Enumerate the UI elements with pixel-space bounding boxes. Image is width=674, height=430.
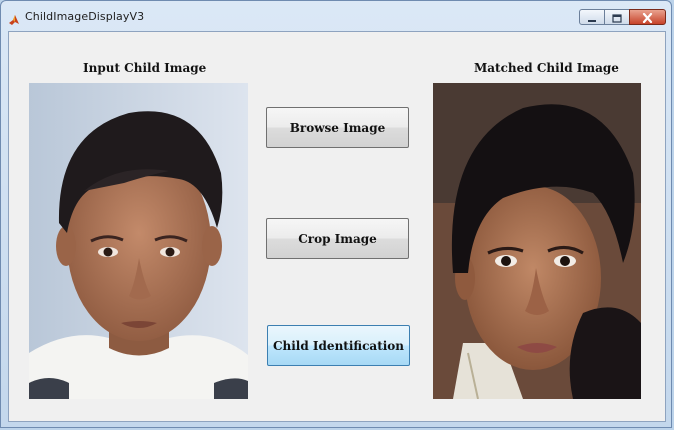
input-child-photo [29, 83, 248, 399]
browse-image-button[interactable]: Browse Image [266, 107, 409, 148]
input-image-heading: Input Child Image [83, 61, 207, 75]
close-icon [642, 8, 653, 27]
app-window: ChildImageDisplayV3 Input Child Image Br… [0, 0, 672, 428]
figure-area: Input Child Image Browse Image Crop Imag… [8, 31, 666, 422]
child-identification-button[interactable]: Child Identification [267, 325, 410, 366]
minimize-button[interactable] [579, 9, 605, 25]
matlab-logo-icon [8, 11, 20, 25]
crop-image-button[interactable]: Crop Image [266, 218, 409, 259]
maximize-icon [612, 8, 622, 27]
minimize-icon [587, 8, 597, 27]
window-title: ChildImageDisplayV3 [25, 10, 145, 23]
close-button[interactable] [629, 9, 666, 25]
title-bar[interactable]: ChildImageDisplayV3 [1, 1, 671, 31]
maximize-button[interactable] [604, 9, 630, 25]
matched-child-photo [433, 83, 641, 399]
matched-image-heading: Matched Child Image [474, 61, 619, 75]
